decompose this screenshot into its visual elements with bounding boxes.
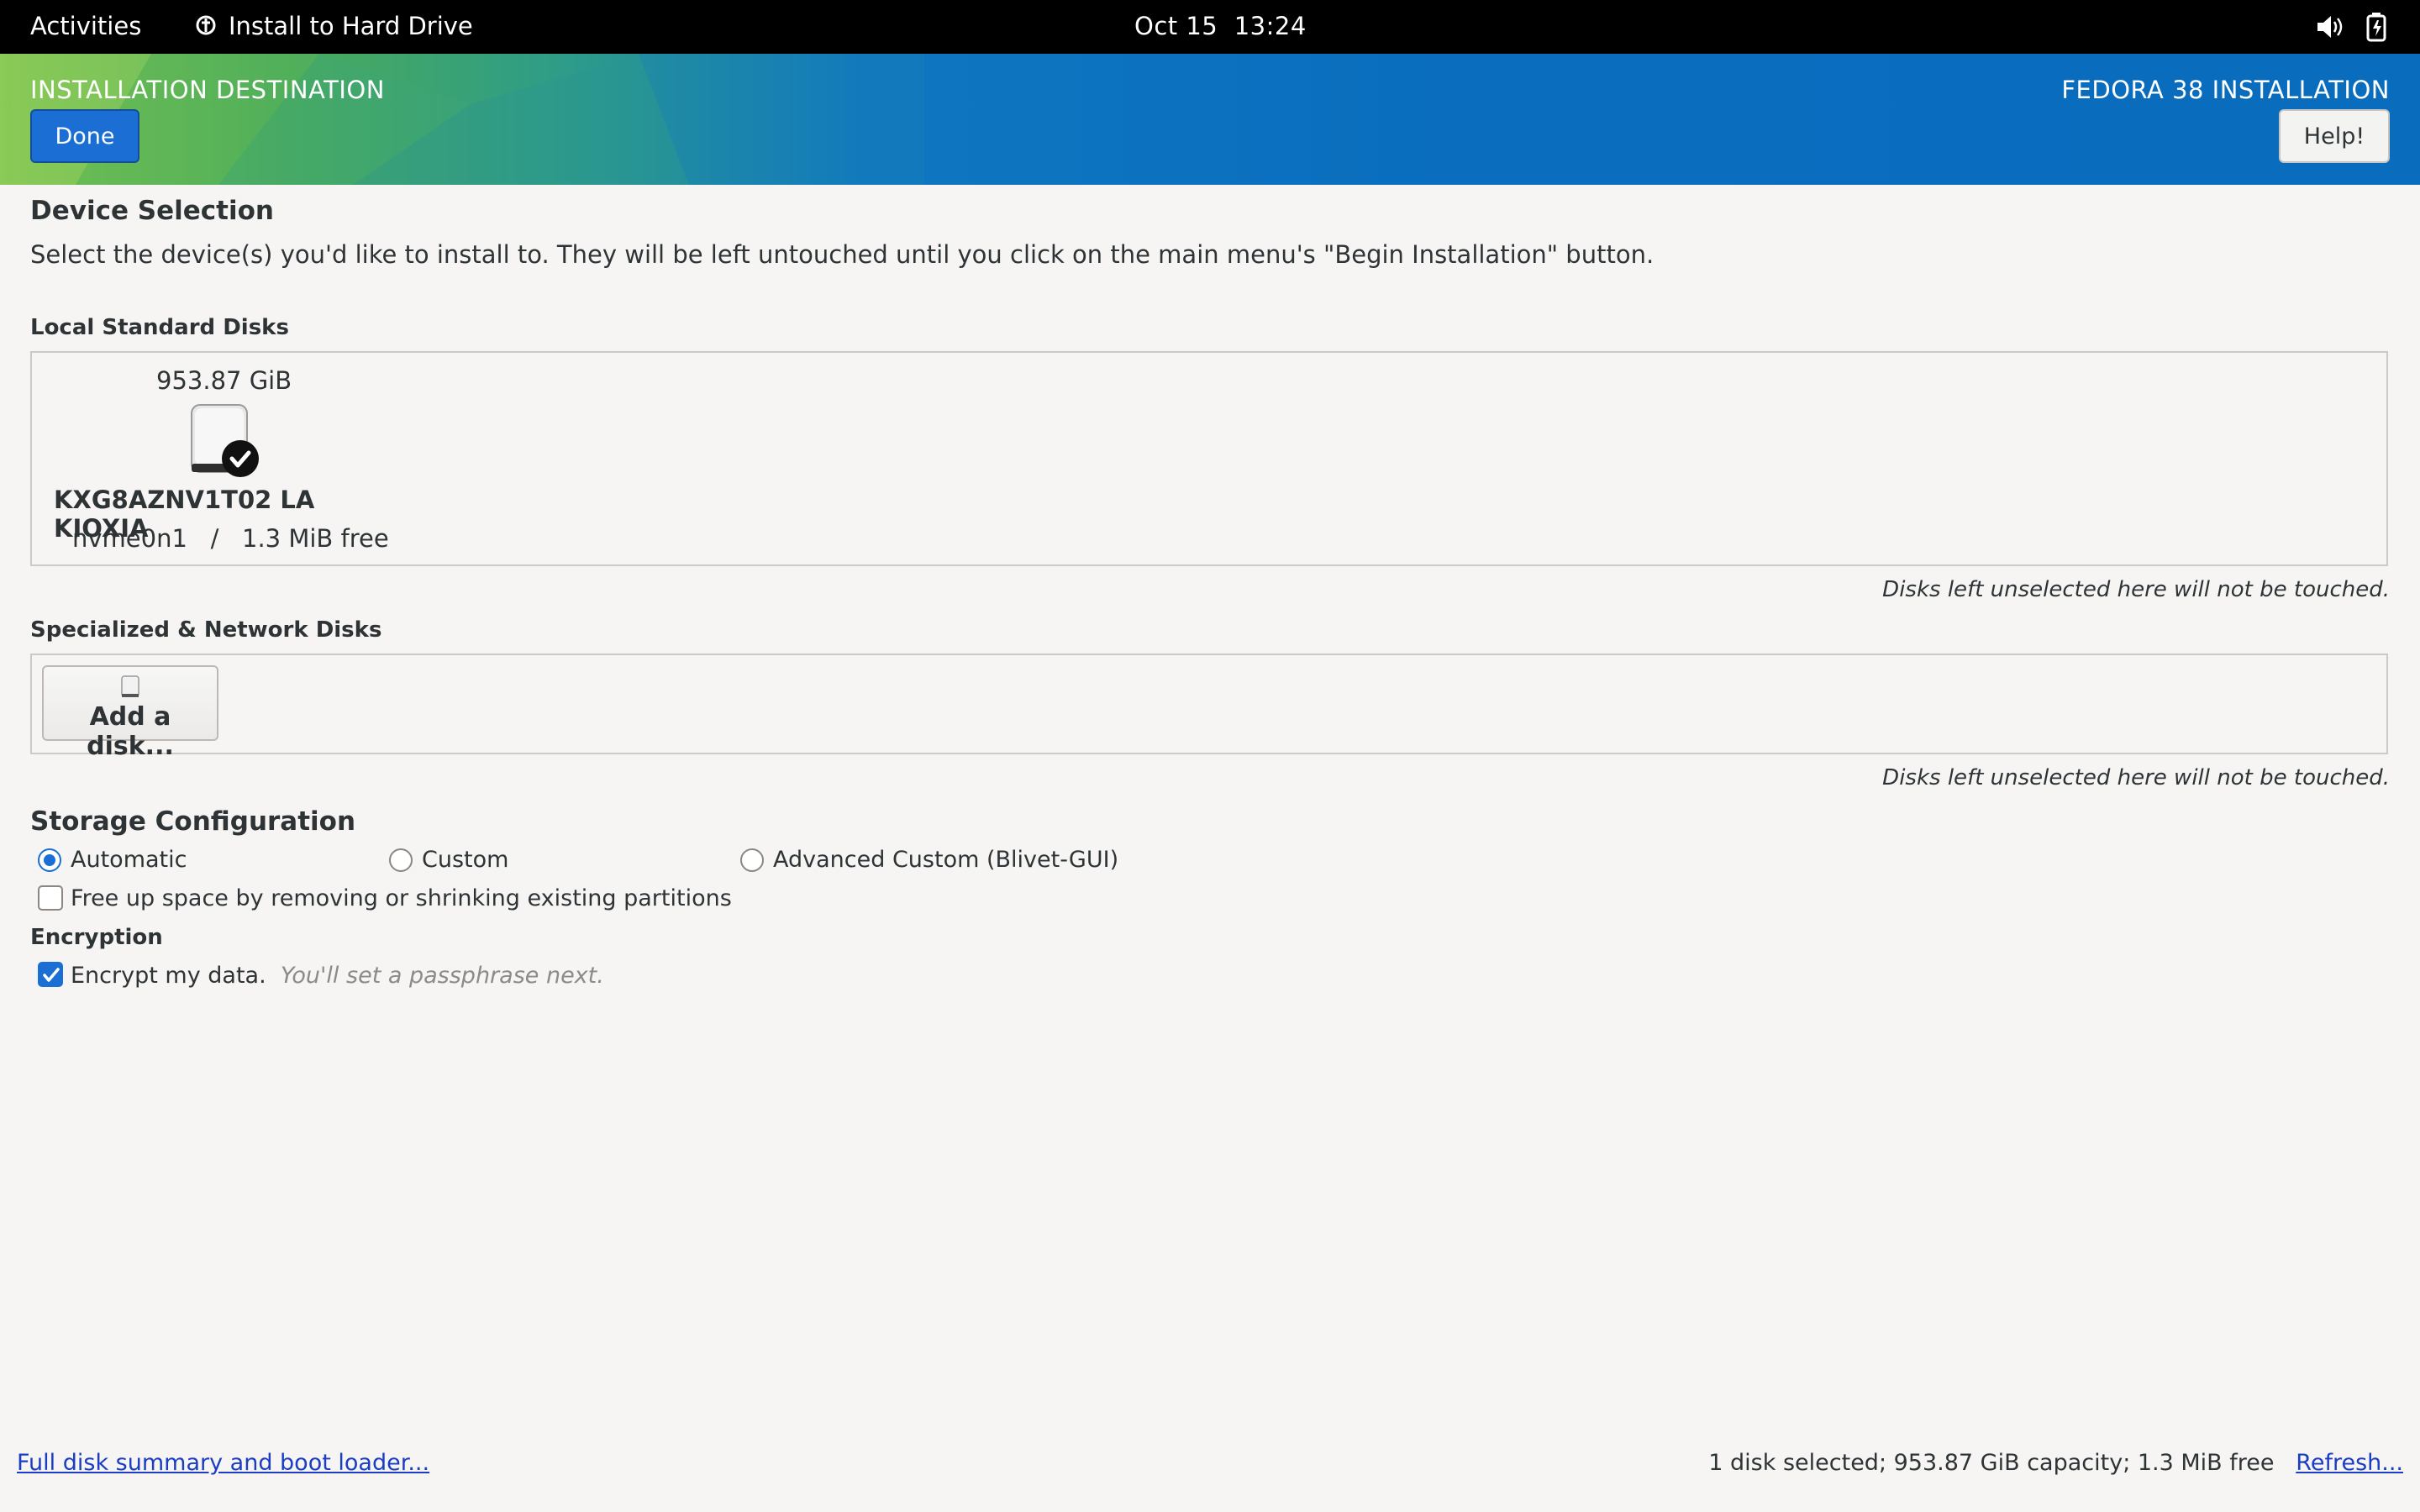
help-button[interactable]: Help! [2279, 109, 2390, 163]
custom-label[interactable]: Custom [422, 847, 508, 873]
disk-tile[interactable]: 953.87 GiB KXG8AZNV1T02 LA KIOXIA nvme0n… [32, 353, 402, 564]
encrypt-checkbox[interactable] [38, 962, 63, 987]
disk-icon [121, 675, 139, 697]
network-disks-heading: Specialized & Network Disks [30, 617, 382, 643]
header-banner: INSTALLATION DESTINATION FEDORA 38 INSTA… [0, 54, 2420, 185]
advanced-custom-radio[interactable] [740, 848, 764, 872]
add-disk-label: Add a disk... [87, 702, 174, 761]
local-disks-note: Disks left unselected here will not be t… [1882, 577, 2390, 602]
footer-status-row: 1 disk selected; 953.87 GiB capacity; 1.… [1708, 1450, 2403, 1476]
encrypt-hint: You'll set a passphrase next. [280, 963, 604, 989]
disk-device-info: nvme0n1 / 1.3 MiB free [72, 524, 389, 553]
clock-date: Oct 15 [1134, 12, 1218, 40]
app-name: Install to Hard Drive [229, 12, 473, 40]
free-space-label[interactable]: Free up space by removing or shrinking e… [71, 885, 732, 911]
product-title: FEDORA 38 INSTALLATION [2061, 76, 2390, 104]
volume-icon[interactable] [2315, 13, 2344, 40]
network-disks-panel: Add a disk... [30, 654, 2388, 761]
advanced-custom-label[interactable]: Advanced Custom (Blivet-GUI) [773, 847, 1118, 873]
local-disks-heading: Local Standard Disks [30, 315, 289, 340]
clock-time: 13:24 [1234, 12, 1307, 40]
encryption-heading: Encryption [30, 925, 163, 950]
disk-size: 953.87 GiB [156, 366, 292, 395]
page-title: INSTALLATION DESTINATION [30, 76, 385, 104]
network-disks-note: Disks left unselected here will not be t… [1882, 765, 2390, 790]
clock[interactable]: Oct 15 13:24 [1134, 12, 1307, 40]
free-space-checkbox[interactable] [38, 885, 63, 911]
activities-button[interactable]: Activities [30, 12, 141, 40]
storage-config-heading: Storage Configuration [30, 806, 356, 837]
done-button[interactable]: Done [30, 109, 139, 163]
app-menu[interactable]: Install to Hard Drive [195, 12, 473, 40]
top-bar: Activities Install to Hard Drive Oct 15 … [0, 0, 2420, 54]
checkmark-icon [43, 968, 60, 982]
battery-icon[interactable] [2365, 12, 2387, 42]
local-disks-panel: 953.87 GiB KXG8AZNV1T02 LA KIOXIA nvme0n… [30, 351, 2388, 566]
automatic-label[interactable]: Automatic [71, 847, 187, 873]
automatic-radio[interactable] [38, 848, 61, 872]
encrypt-row: Encrypt my data. You'll set a passphrase… [71, 963, 604, 989]
refresh-link[interactable]: Refresh... [2296, 1450, 2403, 1476]
full-disk-summary-link[interactable]: Full disk summary and boot loader... [17, 1450, 429, 1476]
add-disk-button[interactable]: Add a disk... [42, 665, 218, 761]
hard-disk-icon [191, 404, 259, 477]
custom-radio[interactable] [389, 848, 413, 872]
installer-app-icon [196, 15, 216, 35]
disk-selection-status: 1 disk selected; 953.87 GiB capacity; 1.… [1708, 1450, 2275, 1476]
device-selection-description: Select the device(s) you'd like to insta… [30, 240, 1655, 269]
encrypt-label[interactable]: Encrypt my data. [71, 963, 266, 989]
device-selection-heading: Device Selection [30, 196, 274, 226]
